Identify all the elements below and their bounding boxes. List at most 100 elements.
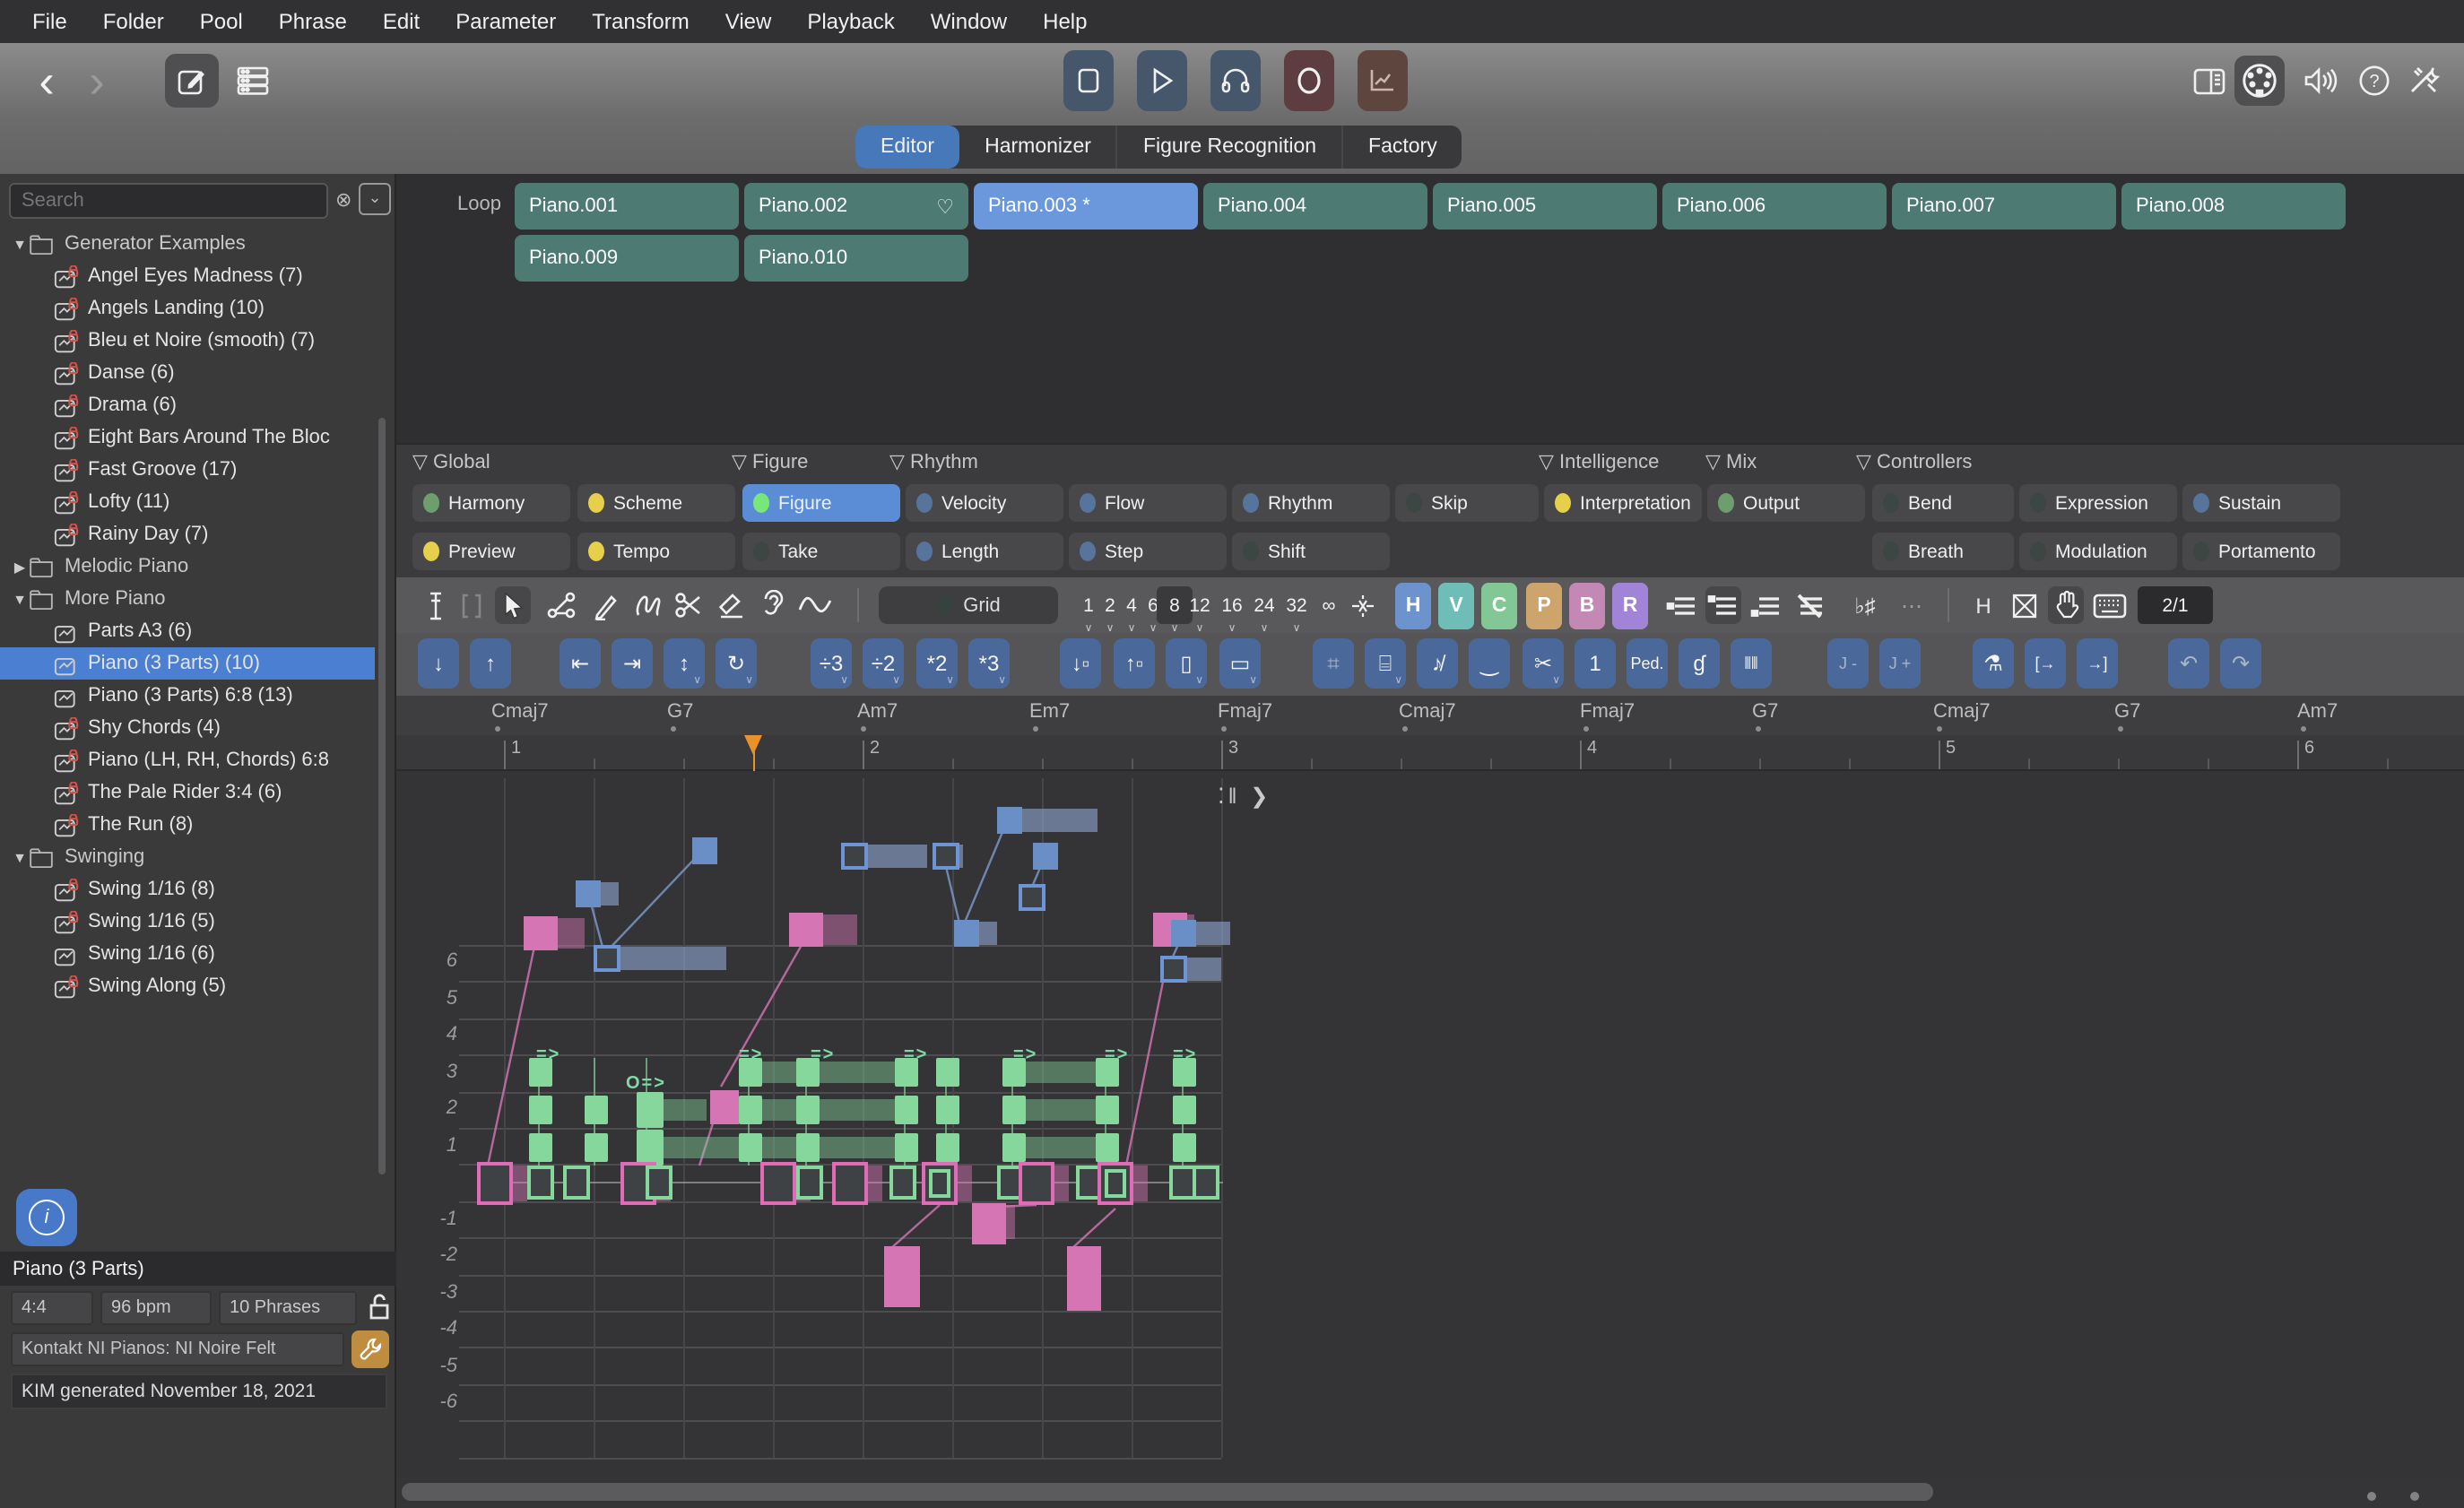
tree-item-swing-1-16-6-[interactable]: Swing 1/16 (6) xyxy=(0,938,375,970)
param-section-rhythm[interactable]: ▽ Rhythm xyxy=(889,450,978,473)
param-step[interactable]: Step xyxy=(1069,533,1227,570)
menu-folder[interactable]: Folder xyxy=(85,9,182,34)
expand-triangle-icon[interactable]: ▶ xyxy=(11,559,29,575)
baseline-symbol[interactable] xyxy=(760,1162,796,1205)
shift-left-button[interactable]: ⇤ xyxy=(560,638,601,689)
layer-bass-button[interactable]: B xyxy=(1569,583,1605,629)
tree-item-the-run-8-[interactable]: The Run (8) xyxy=(0,809,375,841)
mute-note-button[interactable]: ♪̸ xyxy=(1417,638,1458,689)
more-dots[interactable]: ⋯ xyxy=(1894,586,1930,624)
stretch-tool[interactable] xyxy=(2007,586,2043,624)
chord-note[interactable] xyxy=(936,1133,959,1162)
chord-bar-note[interactable] xyxy=(750,1099,895,1121)
param-bend[interactable]: Bend xyxy=(1872,484,2014,522)
sine-tool[interactable] xyxy=(798,586,834,624)
param-portamento[interactable]: Portamento xyxy=(2182,533,2340,570)
bass-note[interactable] xyxy=(1067,1246,1101,1311)
pencil-tool[interactable] xyxy=(586,586,622,624)
align-style-1[interactable] xyxy=(1664,586,1700,624)
volume-icon[interactable] xyxy=(2295,56,2346,106)
hbar-tool[interactable]: H xyxy=(1965,586,2001,624)
monitor-button[interactable] xyxy=(1210,50,1261,111)
chord-note[interactable] xyxy=(529,1133,552,1162)
shift-right-button[interactable]: ⇥ xyxy=(612,638,653,689)
grid-toggle[interactable]: Grid xyxy=(879,586,1058,624)
redo-button[interactable]: ↷ xyxy=(2220,638,2261,689)
flip-button[interactable]: ↕∨ xyxy=(664,638,705,689)
chord-note[interactable] xyxy=(936,1058,959,1087)
stop-button[interactable] xyxy=(1063,50,1114,111)
param-figure[interactable]: Figure xyxy=(742,484,900,522)
melody-note-selected[interactable] xyxy=(594,945,620,972)
split-note-button[interactable]: ✂∨ xyxy=(1523,638,1564,689)
figure-canvas[interactable]: 654321-1-2-3-4-5-6⁚‖ ❯=>=>=>=>=>=>=>O=> xyxy=(396,771,2464,1478)
menu-edit[interactable]: Edit xyxy=(365,9,438,34)
legato-button[interactable]: ‿ xyxy=(1469,638,1510,689)
tree-item-swing-1-16-8-[interactable]: Swing 1/16 (8) xyxy=(0,873,375,906)
param-take[interactable]: Take xyxy=(742,533,900,570)
tree-item-angel-eyes-madness-7-[interactable]: Angel Eyes Madness (7) xyxy=(0,260,375,292)
param-scheme[interactable]: Scheme xyxy=(577,484,735,522)
chord-bar-note[interactable] xyxy=(1015,1099,1096,1121)
nudge-down-button[interactable]: ↓ xyxy=(418,638,459,689)
blender-button[interactable]: ⌸∨ xyxy=(1365,638,1406,689)
tools-icon[interactable] xyxy=(2399,56,2450,106)
strings-button[interactable]: ⫴⫴ xyxy=(1731,638,1772,689)
favorite-heart-icon[interactable]: ♡ xyxy=(936,195,954,218)
menu-transform[interactable]: Transform xyxy=(574,9,707,34)
param-expression[interactable]: Expression xyxy=(2019,484,2177,522)
quantize-v-button[interactable]: ▯∨ xyxy=(1166,638,1207,689)
brackets-tool[interactable] xyxy=(454,586,490,624)
meter-field[interactable]: 4:4 xyxy=(11,1291,93,1325)
tree-item-angels-landing-10-[interactable]: Angels Landing (10) xyxy=(0,292,375,325)
tree-item-swing-along-5-[interactable]: Swing Along (5) xyxy=(0,970,375,1002)
loop-tab-piano003[interactable]: Piano.003 * xyxy=(974,183,1198,230)
help-icon[interactable]: ? xyxy=(2349,56,2399,106)
forward-chevron-icon[interactable]: › xyxy=(75,50,118,111)
layer-velocity-button[interactable]: V xyxy=(1438,583,1474,629)
zoom-level[interactable]: 2/1 xyxy=(2138,586,2213,624)
rack-button[interactable] xyxy=(226,54,280,108)
tree-item-rainy-day-7-[interactable]: Rainy Day (7) xyxy=(0,518,375,550)
chord-note[interactable] xyxy=(1096,1133,1119,1162)
chord-note[interactable] xyxy=(1173,1133,1196,1162)
cycle-button[interactable]: ↻∨ xyxy=(716,638,757,689)
multiply-2-button[interactable]: *2∨ xyxy=(916,638,958,689)
instrument-field[interactable]: Kontakt NI Pianos: NI Noire Felt xyxy=(11,1332,344,1366)
param-output[interactable]: Output xyxy=(1707,484,1865,522)
search-options-icon[interactable]: ⌄ xyxy=(359,183,391,215)
bass-note[interactable] xyxy=(972,1203,1006,1244)
loop-tab-piano001[interactable]: Piano.001 xyxy=(515,183,739,230)
chord-note[interactable] xyxy=(739,1133,762,1162)
tree-item-drama-6-[interactable]: Drama (6) xyxy=(0,389,375,421)
horizontal-scrollbar[interactable] xyxy=(402,1483,1933,1501)
layer-p-button[interactable]: P xyxy=(1526,583,1562,629)
tree-item-eight-bars-around-the-bloc[interactable]: Eight Bars Around The Bloc xyxy=(0,421,375,454)
melody-note[interactable] xyxy=(576,880,601,907)
param-skip[interactable]: Skip xyxy=(1395,484,1539,522)
param-rhythm[interactable]: Rhythm xyxy=(1232,484,1390,522)
search-input[interactable] xyxy=(9,183,328,219)
crop-button[interactable]: ⌗ xyxy=(1313,638,1354,689)
param-length[interactable]: Length xyxy=(906,533,1063,570)
melody-note[interactable] xyxy=(997,807,1022,834)
param-section-intelligence[interactable]: ▽ Intelligence xyxy=(1539,450,1659,473)
align-none[interactable] xyxy=(1792,586,1827,624)
loop-tab-piano005[interactable]: Piano.005 xyxy=(1433,183,1657,230)
bass-note[interactable] xyxy=(789,913,823,947)
tree-item-lofty-11-[interactable]: Lofty (11) xyxy=(0,486,375,518)
menu-help[interactable]: Help xyxy=(1025,9,1105,34)
tab-harmonizer[interactable]: Harmonizer xyxy=(959,126,1118,169)
divide-2-button[interactable]: ÷2∨ xyxy=(863,638,904,689)
param-sustain[interactable]: Sustain xyxy=(2182,484,2340,522)
timeline-ruler[interactable]: 123456 xyxy=(396,735,2464,771)
record-button[interactable] xyxy=(1284,50,1334,111)
param-section-controllers[interactable]: ▽ Controllers xyxy=(1856,450,1972,473)
tree-item-piano-3-parts-10-[interactable]: Piano (3 Parts) (10) xyxy=(0,647,375,680)
sidebar-scrollbar[interactable] xyxy=(378,418,386,1174)
divide-3-button[interactable]: ÷3∨ xyxy=(811,638,852,689)
loop-tab-piano004[interactable]: Piano.004 xyxy=(1203,183,1427,230)
param-preview[interactable]: Preview xyxy=(412,533,570,570)
tree-group-swinging[interactable]: ▼Swinging xyxy=(0,841,375,873)
collapse-triangle-icon[interactable]: ▼ xyxy=(11,236,29,252)
